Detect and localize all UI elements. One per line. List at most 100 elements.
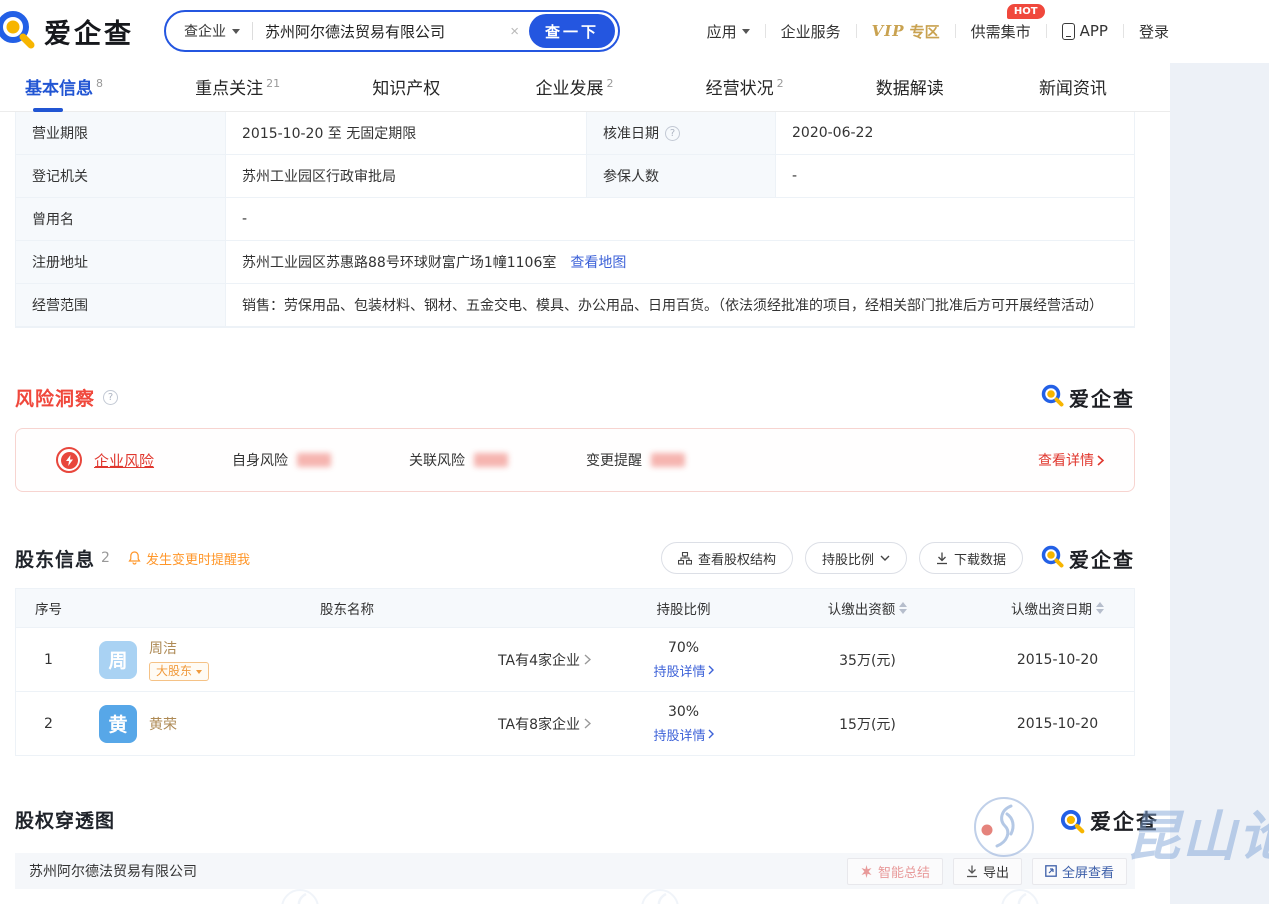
brand-watermark: 爱企查 — [1039, 382, 1135, 412]
org-chart-icon — [678, 552, 692, 565]
shareholder-name-link[interactable]: 黄荣 — [149, 714, 177, 734]
sort-icon[interactable] — [899, 602, 907, 614]
nav-enterprise-services[interactable]: 企业服务 — [781, 21, 841, 42]
export-button[interactable]: 导出 — [953, 858, 1022, 885]
subscribe-change-alert[interactable]: 发生变更时提醒我 — [128, 549, 250, 568]
holding-ratio-value: 30% — [668, 704, 699, 720]
download-data-button[interactable]: 下载数据 — [919, 542, 1023, 574]
row-number: 1 — [16, 652, 81, 668]
nav-supply-market-label: 供需集市 — [971, 21, 1031, 42]
magnifier-logo-icon — [0, 6, 38, 56]
tab-news[interactable]: 新闻资讯 — [1039, 74, 1110, 99]
field-label: 经营范围 — [16, 284, 226, 326]
column-header-amount[interactable]: 认缴出资额 — [756, 598, 979, 618]
shareholder-name-cell: 黄 黄荣 TA有8家企业 — [81, 705, 611, 743]
nav-login[interactable]: 登录 — [1139, 21, 1169, 42]
view-map-link[interactable]: 查看地图 — [570, 252, 626, 272]
brand-logo-text: 爱企查 — [44, 12, 134, 51]
search-submit-button[interactable]: 查一下 — [529, 14, 615, 48]
download-icon — [936, 552, 948, 565]
holding-ratio-cell: 30% 持股详情 — [611, 704, 756, 744]
column-header-date[interactable]: 认缴出资日期 — [979, 598, 1136, 618]
penetration-actions: 智能总结 导出 全屏查看 — [837, 858, 1127, 885]
risk-detail-link[interactable]: 查看详情 — [1038, 450, 1104, 470]
shareholder-name-link[interactable]: 周洁 — [149, 638, 209, 658]
sort-icon[interactable] — [1096, 602, 1104, 614]
related-companies-label: TA有8家企业 — [498, 714, 580, 734]
holding-detail-link[interactable]: 持股详情 — [653, 661, 713, 680]
blurred-risk-count — [651, 453, 685, 467]
nav-apps[interactable]: 应用 — [707, 21, 750, 42]
penetration-section-header: 股权穿透图 — [15, 806, 1135, 833]
nav-app-download[interactable]: APP — [1062, 22, 1108, 40]
chevron-down-icon — [880, 555, 890, 561]
tab-data-interpretation[interactable]: 数据解读 — [876, 74, 947, 99]
change-alert-item[interactable]: 变更提醒 — [586, 450, 685, 470]
chevron-right-icon — [708, 729, 714, 739]
chevron-down-icon — [232, 29, 240, 34]
related-companies-label: TA有4家企业 — [498, 650, 580, 670]
field-label: 营业期限 — [16, 112, 226, 154]
field-label: 参保人数 — [586, 155, 776, 197]
shareholder-name-cell: 周 周洁 大股东 TA有4家企业 — [81, 638, 611, 681]
brand-logo[interactable]: 爱企查 — [0, 6, 134, 56]
tab-basic-info[interactable]: 基本信息8 — [25, 74, 103, 99]
tab-key-concerns[interactable]: 重点关注21 — [195, 74, 280, 99]
risk-section-header: 风险洞察 ? 爱企查 — [15, 382, 1135, 412]
tab-operating-status[interactable]: 经营状况2 — [706, 74, 784, 99]
search-clear-button[interactable]: × — [500, 23, 529, 40]
field-value: 2015-10-20 至 无固定期限 — [226, 112, 586, 154]
major-shareholder-label: 大股东 — [156, 663, 192, 680]
shareholder-row: 2 黄 黄荣 TA有8家企业 30% 持股详情 15万(元) 2015-10 — [16, 691, 1134, 755]
top-header: 爱企查 查企业 × 查一下 应用 企业服务 VIP 专区 — [0, 0, 1269, 62]
aiqicha-company-page: 爱企查 查企业 × 查一下 应用 企业服务 VIP 专区 — [0, 0, 1269, 904]
chevron-right-icon — [1097, 455, 1104, 466]
change-alert-label: 变更提醒 — [586, 450, 642, 470]
nav-supply-market[interactable]: 供需集市 HOT — [971, 21, 1031, 42]
tab-intellectual-property[interactable]: 知识产权 — [372, 74, 443, 99]
nav-vip-zone[interactable]: VIP 专区 — [872, 21, 940, 42]
search-category-dropdown[interactable]: 查企业 — [166, 21, 252, 41]
view-equity-structure-button[interactable]: 查看股权结构 — [661, 542, 793, 574]
related-companies-link[interactable]: TA有4家企业 — [498, 650, 595, 670]
related-companies-link[interactable]: TA有8家企业 — [498, 714, 595, 734]
fullscreen-icon — [1045, 865, 1057, 877]
field-value: - — [776, 155, 1134, 197]
tab-label: 重点关注 — [195, 79, 263, 99]
enterprise-risk-card: 企业风险 自身风险 关联风险 变更提醒 查看详情 — [15, 428, 1135, 492]
enterprise-risk-link[interactable]: 企业风险 — [94, 450, 154, 471]
table-row: 经营范围 销售：劳保用品、包装材料、钢材、五金交电、模具、办公用品、日用百货。（… — [16, 284, 1134, 327]
chevron-right-icon — [584, 718, 591, 729]
risk-detail-label: 查看详情 — [1038, 450, 1094, 470]
subscribe-label: 发生变更时提醒我 — [146, 549, 250, 568]
shareholders-table: 序号 股东名称 持股比例 认缴出资额 认缴出资日期 1 周 周洁 大股东 — [15, 588, 1135, 756]
self-risk-item[interactable]: 自身风险 — [232, 450, 331, 470]
nav-apps-label: 应用 — [707, 21, 737, 42]
shareholders-toolbar: 查看股权结构 持股比例 下载数据 爱企查 — [661, 542, 1135, 574]
risk-shield-icon — [56, 447, 82, 473]
shareholders-section-header: 股东信息 2 发生变更时提醒我 查看股权结构 持股比例 下载数据 — [15, 542, 1135, 574]
related-risk-item[interactable]: 关联风险 — [409, 450, 508, 470]
search-input[interactable] — [253, 22, 500, 40]
sparkle-icon — [860, 865, 873, 878]
vip-zone-label: 专区 — [910, 21, 940, 42]
search-bar: 查企业 × 查一下 — [164, 10, 620, 52]
tab-label: 基本信息 — [25, 79, 93, 99]
search-category-label: 查企业 — [184, 21, 226, 41]
basic-info-table: 营业期限 2015-10-20 至 无固定期限 核准日期 ? 2020-06-2… — [15, 112, 1135, 328]
help-icon[interactable]: ? — [103, 390, 118, 405]
holding-detail-link[interactable]: 持股详情 — [653, 725, 713, 744]
major-shareholder-tag[interactable]: 大股东 — [149, 662, 209, 681]
tab-company-development[interactable]: 企业发展2 — [535, 74, 613, 99]
shareholders-count: 2 — [101, 550, 110, 566]
ai-summary-button[interactable]: 智能总结 — [847, 858, 943, 885]
holding-ratio-filter[interactable]: 持股比例 — [805, 542, 907, 574]
section-tab-bar: 基本信息8 重点关注21 知识产权 企业发展2 经营状况2 数据解读 新闻资讯 — [0, 62, 1170, 112]
table-header-row: 序号 股东名称 持股比例 认缴出资额 认缴出资日期 — [16, 589, 1134, 627]
tab-count: 21 — [266, 77, 280, 90]
tab-count: 8 — [96, 77, 103, 90]
avatar: 周 — [99, 641, 137, 679]
help-icon[interactable]: ? — [665, 126, 680, 141]
field-value: 销售：劳保用品、包装材料、钢材、五金交电、模具、办公用品、日用百货。（依法须经批… — [226, 284, 1134, 326]
fullscreen-view-button[interactable]: 全屏查看 — [1032, 858, 1127, 885]
